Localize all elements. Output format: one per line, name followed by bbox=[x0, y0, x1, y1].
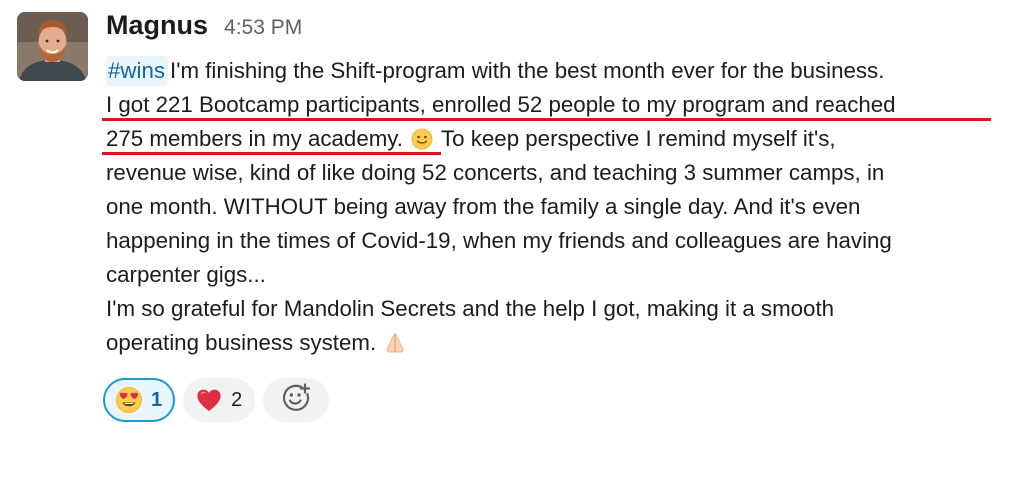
message-body: #wins I'm finishing the Shift-program wit… bbox=[106, 54, 1001, 360]
message-line: one month. WITHOUT being away from the f… bbox=[106, 190, 1001, 224]
heart-eyes-icon bbox=[115, 386, 143, 414]
message-line: carpenter gigs... bbox=[106, 258, 1001, 292]
reaction-count: 2 bbox=[231, 388, 243, 411]
slightly-smiling-face-icon bbox=[409, 126, 435, 151]
message-text: happening in the times of Covid-19, when… bbox=[106, 228, 892, 253]
message-text: one month. WITHOUT being away from the f… bbox=[106, 194, 861, 219]
reaction-count: 1 bbox=[151, 388, 163, 411]
channel-link[interactable]: #wins bbox=[106, 56, 169, 86]
red-heart-icon bbox=[195, 386, 223, 414]
message-text: I'm finishing the Shift-program with the… bbox=[170, 58, 885, 83]
message-text: carpenter gigs... bbox=[106, 262, 266, 287]
message-text: To keep perspective I remind myself it's… bbox=[435, 126, 836, 151]
message-line: happening in the times of Covid-19, when… bbox=[106, 224, 1001, 258]
message-text: 275 members in my academy. bbox=[106, 126, 403, 151]
message-line: revenue wise, kind of like doing 52 conc… bbox=[106, 156, 1001, 190]
reaction-red-heart[interactable]: 2 bbox=[183, 378, 256, 422]
message-line: I'm so grateful for Mandolin Secrets and… bbox=[106, 292, 1001, 326]
message-line: I got 221 Bootcamp participants, enrolle… bbox=[106, 88, 1001, 122]
message-line: 275 members in my academy. To keep persp… bbox=[106, 122, 1001, 156]
message-line: #wins I'm finishing the Shift-program wit… bbox=[106, 54, 1001, 88]
add-reaction-icon bbox=[281, 382, 311, 418]
sender-name[interactable]: Magnus bbox=[106, 10, 208, 41]
reactions-bar: 1 2 bbox=[103, 378, 330, 422]
add-reaction-button[interactable] bbox=[263, 378, 330, 422]
message-text: revenue wise, kind of like doing 52 conc… bbox=[106, 160, 885, 185]
reaction-heart-eyes[interactable]: 1 bbox=[103, 378, 176, 422]
message-text: I'm so grateful for Mandolin Secrets and… bbox=[106, 296, 835, 321]
avatar[interactable] bbox=[17, 12, 88, 81]
message-header: Magnus 4:53 PM bbox=[106, 10, 302, 46]
message-text: I got 221 Bootcamp participants, enrolle… bbox=[106, 92, 896, 117]
message-text: operating business system. bbox=[106, 330, 377, 355]
chat-message: Magnus 4:53 PM #wins I'm finishing the Sh… bbox=[0, 0, 1009, 491]
message-line: operating business system. bbox=[106, 326, 1001, 360]
message-timestamp[interactable]: 4:53 PM bbox=[224, 16, 302, 40]
folded-hands-icon bbox=[382, 330, 408, 355]
